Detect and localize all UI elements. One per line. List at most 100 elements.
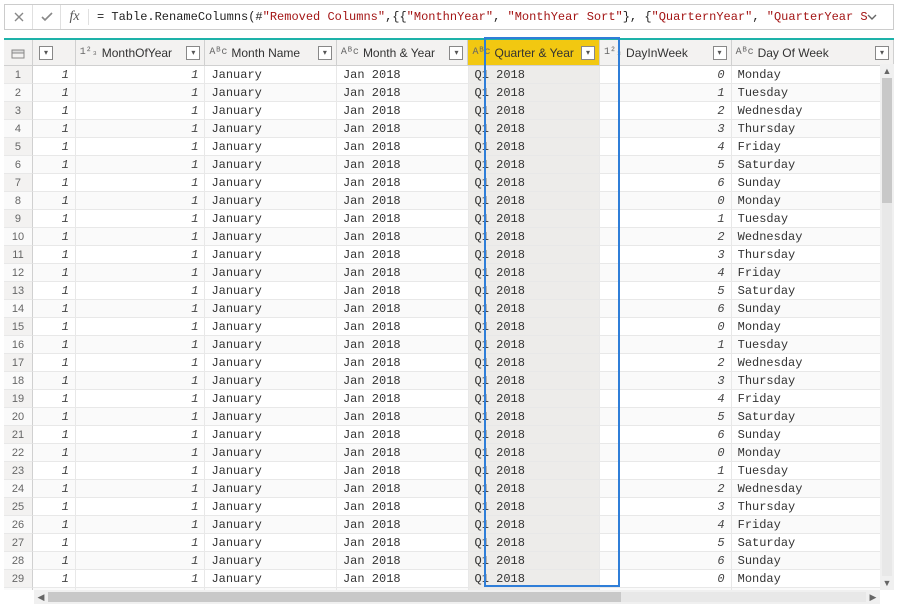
cell-monthyear[interactable]: Jan 2018 [337, 408, 469, 426]
table-row[interactable]: 611JanuaryJan 2018Q1 20185Saturday [4, 156, 894, 174]
row-header[interactable]: 3 [4, 102, 33, 120]
cell-quarteryear[interactable]: Q1 2018 [469, 228, 601, 246]
row-header[interactable]: 14 [4, 300, 33, 318]
cell-dayofweek[interactable]: Sunday [732, 174, 894, 192]
cell-quarteryear[interactable]: Q1 2018 [469, 102, 601, 120]
filter-icon[interactable]: ▾ [39, 46, 53, 60]
cell-monthname[interactable]: January [205, 174, 337, 192]
cell[interactable]: 1 [33, 318, 76, 336]
cell-dayofweek[interactable]: Friday [732, 138, 894, 156]
cell-monthyear[interactable]: Jan 2018 [337, 354, 469, 372]
cell-monthyear[interactable]: Jan 2018 [337, 300, 469, 318]
cell-monthname[interactable]: January [205, 570, 337, 588]
cell-dayinweek[interactable]: 6 [600, 426, 732, 444]
cell-quarteryear[interactable]: Q1 2018 [469, 264, 601, 282]
cell-quarteryear[interactable]: Q1 2018 [469, 120, 601, 138]
cell-monthname[interactable]: January [205, 318, 337, 336]
cell-quarteryear[interactable]: Q1 2018 [469, 300, 601, 318]
cell-monthname[interactable]: January [205, 552, 337, 570]
cell-monthofyear[interactable]: 1 [76, 138, 206, 156]
cell-monthname[interactable]: January [205, 156, 337, 174]
cell[interactable]: 1 [33, 372, 76, 390]
cell-dayofweek[interactable]: Thursday [732, 372, 894, 390]
cell[interactable]: 1 [33, 534, 76, 552]
cell-dayinweek[interactable]: 0 [600, 570, 732, 588]
cell-monthname[interactable]: January [205, 264, 337, 282]
cell-monthname[interactable]: January [205, 192, 337, 210]
cell[interactable]: 1 [33, 552, 76, 570]
cell-dayinweek[interactable]: 5 [600, 534, 732, 552]
cell[interactable]: 1 [33, 102, 76, 120]
cell-monthofyear[interactable]: 1 [76, 534, 206, 552]
cell-monthyear[interactable]: Jan 2018 [337, 192, 469, 210]
cell-dayofweek[interactable]: Tuesday [732, 462, 894, 480]
cell-monthofyear[interactable]: 1 [76, 210, 206, 228]
column-header-dayofweek[interactable]: Aᴮc Day Of Week ▾ [732, 40, 894, 65]
table-row[interactable]: 1711JanuaryJan 2018Q1 20182Wednesday [4, 354, 894, 372]
row-header[interactable]: 23 [4, 462, 33, 480]
cell-monthofyear[interactable]: 1 [76, 498, 206, 516]
cell[interactable]: 1 [33, 120, 76, 138]
table-row[interactable]: 2911JanuaryJan 2018Q1 20180Monday [4, 570, 894, 588]
cell-monthyear[interactable]: Jan 2018 [337, 426, 469, 444]
cell-monthname[interactable]: January [205, 138, 337, 156]
cell-dayofweek[interactable]: Monday [732, 570, 894, 588]
cell-dayinweek[interactable]: 1 [600, 462, 732, 480]
table-row[interactable]: 1011JanuaryJan 2018Q1 20182Wednesday [4, 228, 894, 246]
cell[interactable]: 1 [33, 426, 76, 444]
table-row[interactable]: 111JanuaryJan 2018Q1 20180Monday [4, 66, 894, 84]
cell-monthofyear[interactable]: 1 [76, 426, 206, 444]
horizontal-scrollbar[interactable]: ◀ ▶ [34, 590, 880, 604]
cell-monthofyear[interactable]: 1 [76, 192, 206, 210]
cell-dayofweek[interactable]: Sunday [732, 300, 894, 318]
cell-quarteryear[interactable]: Q1 2018 [469, 390, 601, 408]
row-header[interactable]: 24 [4, 480, 33, 498]
cell-monthname[interactable]: January [205, 84, 337, 102]
cell-dayinweek[interactable]: 6 [600, 552, 732, 570]
cell-dayinweek[interactable]: 4 [600, 138, 732, 156]
cell-dayofweek[interactable]: Monday [732, 318, 894, 336]
cell-dayinweek[interactable]: 2 [600, 354, 732, 372]
cell-monthofyear[interactable]: 1 [76, 390, 206, 408]
cell-monthofyear[interactable]: 1 [76, 300, 206, 318]
row-header[interactable]: 20 [4, 408, 33, 426]
cell-dayinweek[interactable]: 0 [600, 66, 732, 84]
table-row[interactable]: 1311JanuaryJan 2018Q1 20185Saturday [4, 282, 894, 300]
row-header[interactable]: 11 [4, 246, 33, 264]
cell-monthname[interactable]: January [205, 390, 337, 408]
filter-icon[interactable]: ▾ [449, 46, 463, 60]
cell-dayinweek[interactable]: 1 [600, 336, 732, 354]
table-row[interactable]: 511JanuaryJan 2018Q1 20184Friday [4, 138, 894, 156]
cell-dayofweek[interactable]: Wednesday [732, 354, 894, 372]
cell-dayofweek[interactable]: Friday [732, 264, 894, 282]
cell-monthofyear[interactable]: 1 [76, 336, 206, 354]
cell-dayofweek[interactable]: Tuesday [732, 210, 894, 228]
scroll-track[interactable] [48, 592, 866, 602]
table-row[interactable]: 911JanuaryJan 2018Q1 20181Tuesday [4, 210, 894, 228]
cell-monthofyear[interactable]: 1 [76, 174, 206, 192]
cell-dayofweek[interactable]: Wednesday [732, 228, 894, 246]
cell-dayofweek[interactable]: Wednesday [732, 102, 894, 120]
cell-monthyear[interactable]: Jan 2018 [337, 516, 469, 534]
cell-monthofyear[interactable]: 1 [76, 102, 206, 120]
scroll-track[interactable] [882, 78, 892, 576]
cell-monthofyear[interactable]: 1 [76, 246, 206, 264]
column-header-quarterandyear[interactable]: Aᴮc Quarter & Year ▾ [468, 40, 600, 65]
table-row[interactable]: 411JanuaryJan 2018Q1 20183Thursday [4, 120, 894, 138]
cell-monthyear[interactable]: Jan 2018 [337, 66, 469, 84]
table-row[interactable]: 211JanuaryJan 2018Q1 20181Tuesday [4, 84, 894, 102]
filter-icon[interactable]: ▾ [581, 46, 595, 60]
cell-dayinweek[interactable]: 6 [600, 174, 732, 192]
cell[interactable]: 1 [33, 336, 76, 354]
cell[interactable]: 1 [33, 300, 76, 318]
cell-quarteryear[interactable]: Q1 2018 [469, 408, 601, 426]
cell-monthname[interactable]: January [205, 462, 337, 480]
cell-monthname[interactable]: January [205, 426, 337, 444]
cell-monthyear[interactable]: Jan 2018 [337, 210, 469, 228]
cell-dayinweek[interactable]: 5 [600, 282, 732, 300]
cell-monthname[interactable]: January [205, 408, 337, 426]
cell-monthofyear[interactable]: 1 [76, 282, 206, 300]
cell[interactable]: 1 [33, 282, 76, 300]
cell-quarteryear[interactable]: Q1 2018 [469, 66, 601, 84]
row-header[interactable]: 1 [4, 66, 33, 84]
